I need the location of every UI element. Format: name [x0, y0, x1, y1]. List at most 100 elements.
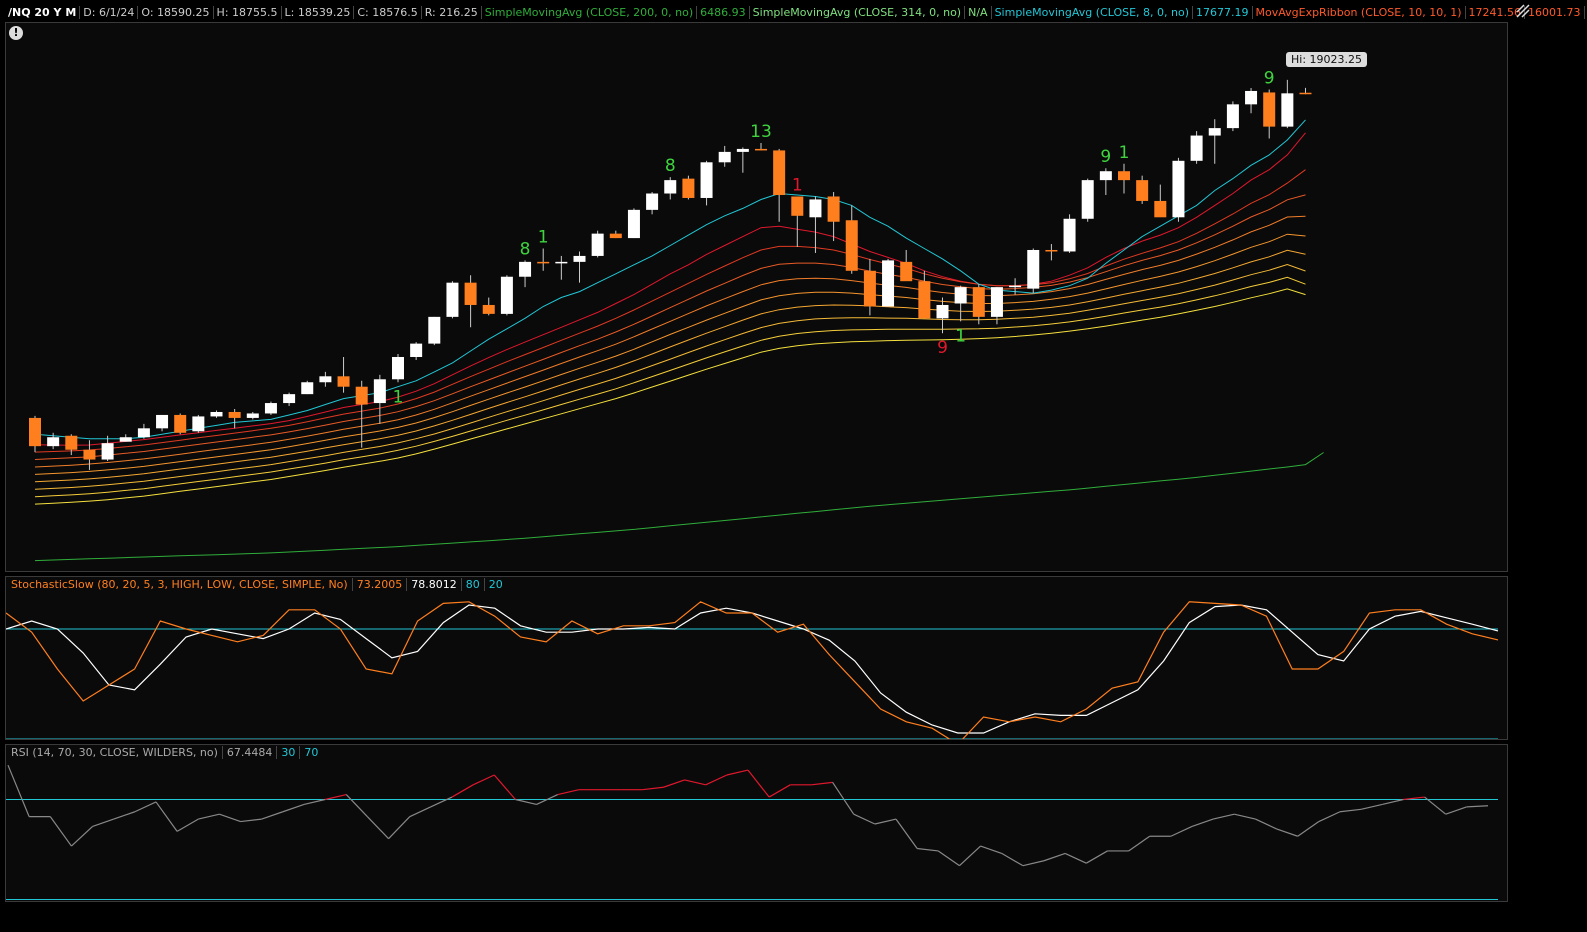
td-sequential-count: 8 — [665, 156, 676, 176]
candle-body — [47, 437, 60, 447]
candle — [591, 230, 604, 258]
td-sequential-count: 13 — [750, 122, 772, 142]
candle-body — [609, 233, 622, 239]
stochastic-axis[interactable] — [1509, 576, 1587, 740]
candle-body — [918, 281, 931, 319]
candle-body — [319, 376, 332, 383]
candle-body — [482, 304, 495, 314]
candle — [573, 251, 586, 283]
td-sequential-count: 9 — [1100, 147, 1111, 167]
ribbon-line-6 — [34, 249, 1306, 483]
rsi-segment — [155, 801, 178, 832]
candle-body — [192, 416, 205, 432]
candle — [1027, 248, 1040, 294]
sma200-line — [34, 452, 1324, 562]
stochastic-chart[interactable] — [6, 577, 1507, 739]
candle — [900, 249, 913, 282]
candle — [1154, 184, 1167, 218]
stochastic-d-value: 78.8012 — [407, 578, 462, 591]
sma8-label[interactable]: SimpleMovingAvg (CLOSE, 8, 0, no) — [992, 5, 1194, 19]
rsi-segment — [832, 782, 855, 815]
candle-body — [827, 196, 840, 222]
candle — [845, 205, 858, 274]
rsi-chart[interactable] — [6, 745, 1507, 901]
rsi-axis[interactable] — [1509, 744, 1587, 902]
rsi-segment — [1466, 805, 1489, 808]
candle-body — [446, 282, 459, 317]
rsi-segment — [49, 816, 72, 847]
candle-body — [264, 403, 277, 414]
candle-body — [1009, 285, 1022, 288]
ribbon-line-8 — [34, 276, 1306, 498]
sma200-label[interactable]: SimpleMovingAvg (CLOSE, 200, 0, no) — [482, 5, 698, 19]
td-sequential-count: 9 — [1264, 68, 1275, 88]
candle-body — [755, 148, 767, 151]
sma200-value: 6486.93 — [697, 5, 750, 19]
candle — [446, 281, 459, 319]
price-axis[interactable] — [1509, 22, 1587, 572]
candle-body — [1299, 92, 1312, 95]
candle-body — [283, 394, 296, 404]
candle-body — [591, 233, 604, 256]
rsi-segment — [768, 784, 791, 798]
ribbon-label[interactable]: MovAvgExpRibbon (CLOSE, 10, 10, 1) — [1253, 5, 1466, 19]
time-axis[interactable] — [0, 902, 1587, 932]
candle-body — [954, 287, 967, 304]
candle-body — [210, 411, 223, 417]
candle-body — [809, 199, 822, 218]
rsi-segment — [557, 789, 579, 796]
candle-body — [137, 428, 150, 438]
candle — [428, 316, 441, 346]
stochastic-panel[interactable] — [5, 576, 1508, 740]
price-chart[interactable]: 1818131919 19 — [6, 23, 1507, 571]
rsi-segment — [1234, 813, 1256, 820]
candle-body — [1081, 180, 1094, 219]
candle — [210, 410, 223, 418]
alert-icon[interactable]: ! — [9, 26, 23, 40]
sma8-value: 17677.19 — [1193, 5, 1253, 19]
candle-body — [246, 413, 259, 418]
rsi-segment — [980, 845, 1002, 854]
candle — [718, 145, 731, 167]
high-value: H: 18755.5 — [214, 5, 282, 19]
candle-body — [990, 287, 1003, 317]
candle-body — [627, 209, 640, 239]
symbol-label[interactable]: /NQ 20 Y M — [5, 5, 81, 19]
candle-body — [1063, 218, 1076, 252]
sma314-value: N/A — [965, 5, 992, 19]
stochastic-label[interactable]: StochasticSlow (80, 20, 5, 3, HIGH, LOW,… — [7, 578, 353, 591]
sma314-label[interactable]: SimpleMovingAvg (CLOSE, 314, 0, no) — [750, 5, 966, 19]
candle — [1299, 87, 1312, 95]
candle — [355, 380, 368, 448]
rsi-label[interactable]: RSI (14, 70, 30, CLOSE, WILDERS, no) — [7, 746, 223, 759]
close-value: C: 18576.5 — [354, 5, 422, 19]
candle-body — [900, 261, 913, 282]
candle — [246, 411, 259, 420]
candle-body — [863, 270, 876, 307]
stochastic-header: StochasticSlow (80, 20, 5, 3, HIGH, LOW,… — [7, 578, 507, 591]
rsi-segment — [1022, 860, 1045, 867]
candle — [537, 248, 550, 271]
price-panel[interactable]: 1 8 1 8 13 1 9 1 9 1 9 — [5, 22, 1508, 572]
candle-body — [1281, 93, 1294, 127]
date-value: D: 6/1/24 — [80, 5, 139, 19]
rsi-segment — [1213, 813, 1235, 820]
candle — [464, 275, 477, 328]
rsi-segment — [1297, 821, 1320, 837]
rsi-segment — [113, 811, 136, 820]
candle-body — [1027, 249, 1040, 289]
candle — [337, 356, 350, 393]
drawing-tool-icon[interactable] — [1513, 3, 1533, 21]
ribbon-line-3 — [34, 194, 1306, 460]
rsi-segment — [1445, 806, 1468, 815]
candle-body — [555, 261, 568, 264]
rsi-panel[interactable] — [5, 744, 1508, 902]
rsi-segment — [1382, 798, 1404, 805]
candle — [1263, 89, 1276, 139]
low-value: L: 18539.25 — [282, 5, 355, 19]
rsi-segment — [71, 826, 93, 847]
ribbon-line-5 — [34, 233, 1306, 475]
stoch-k-line — [6, 601, 1499, 739]
candle-body — [156, 414, 169, 429]
candle — [137, 423, 150, 439]
